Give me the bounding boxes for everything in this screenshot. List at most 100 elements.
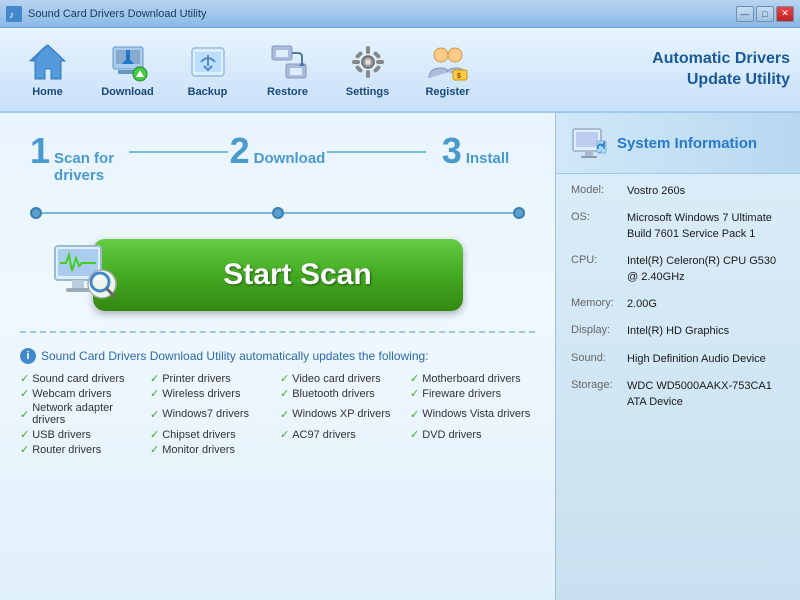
sysinfo-value: Vostro 260s (627, 184, 685, 199)
driver-item: ✓Sound card drivers (20, 372, 145, 385)
driver-label: Router drivers (32, 444, 101, 456)
step-3-number: 3 (442, 133, 462, 169)
sysinfo-key: Sound: (571, 352, 619, 367)
register-icon: $ (427, 41, 469, 83)
app-icon: ♪ (6, 6, 22, 22)
scan-icon-area (50, 238, 120, 313)
step-connector-1 (129, 133, 228, 153)
close-button[interactable]: ✕ (776, 6, 794, 22)
brand-line1: Automatic Drivers (652, 49, 790, 70)
toolbar-download[interactable]: Download (90, 32, 165, 107)
sysinfo-row: Sound:High Definition Audio Device (571, 352, 785, 367)
check-icon: ✓ (280, 387, 289, 400)
sysinfo-value: WDC WD5000AAKX-753CA1 ATA Device (627, 379, 785, 410)
info-icon: i (20, 348, 36, 364)
toolbar-restore[interactable]: Restore (250, 32, 325, 107)
sysinfo-key: Memory: (571, 297, 619, 312)
steps-container: 1 Scan for drivers 2 Download 3 Install (20, 133, 535, 192)
driver-label: Bluetooth drivers (292, 388, 375, 400)
brand-line2: Update Utility (652, 70, 790, 91)
toolbar-home-label: Home (32, 86, 63, 98)
driver-label: Webcam drivers (32, 388, 111, 400)
svg-text:♪: ♪ (9, 10, 14, 21)
title-bar: ♪ Sound Card Drivers Download Utility — … (0, 0, 800, 28)
sysinfo-row: Storage: WDC WD5000AAKX-753CA1 ATA Device (571, 379, 785, 410)
brand-area: Automatic Drivers Update Utility (652, 49, 790, 91)
step-1-label: Scan for drivers (54, 150, 129, 184)
scan-btn-container: Start Scan (20, 239, 535, 311)
check-icon: ✓ (20, 428, 29, 441)
step-1-header: 1 Scan for drivers (30, 133, 129, 184)
driver-label: Chipset drivers (162, 429, 235, 441)
check-icon: ✓ (20, 443, 29, 456)
driver-item: ✓Monitor drivers (150, 443, 275, 456)
toolbar-items: Home Download (10, 32, 652, 107)
check-icon: ✓ (150, 372, 159, 385)
check-icon: ✓ (150, 408, 159, 421)
toolbar: Home Download (0, 28, 800, 113)
driver-item: ✓USB drivers (20, 428, 145, 441)
driver-item: ✓Router drivers (20, 443, 145, 456)
toolbar-backup[interactable]: Backup (170, 32, 245, 107)
driver-item: ✓Chipset drivers (150, 428, 275, 441)
driver-label: Printer drivers (162, 373, 230, 385)
backup-icon (187, 41, 229, 83)
driver-item: ✓Windows7 drivers (150, 402, 275, 426)
driver-label: Fireware drivers (422, 388, 501, 400)
sysinfo-body: Model: Vostro 260s OS:Microsoft Windows 7 … (556, 174, 800, 432)
window-controls: — □ ✕ (736, 6, 794, 22)
window-title: Sound Card Drivers Download Utility (28, 8, 736, 20)
info-title: i Sound Card Drivers Download Utility au… (20, 348, 535, 364)
toolbar-settings[interactable]: Settings (330, 32, 405, 107)
minimize-button[interactable]: — (736, 6, 754, 22)
driver-item: ✓DVD drivers (410, 428, 535, 441)
check-icon: ✓ (410, 372, 419, 385)
toolbar-register[interactable]: $ Register (410, 32, 485, 107)
sysinfo-value: Intel(R) HD Graphics (627, 324, 729, 339)
step-1-number: 1 (30, 133, 50, 169)
driver-item: ✓AC97 drivers (280, 428, 405, 441)
sysinfo-key: CPU: (571, 254, 619, 285)
toolbar-home[interactable]: Home (10, 32, 85, 107)
check-icon: ✓ (280, 372, 289, 385)
sysinfo-key: Model: (571, 184, 619, 199)
driver-item: ✓Webcam drivers (20, 387, 145, 400)
sysinfo-row: Model: Vostro 260s (571, 184, 785, 199)
prog-dot-1 (30, 207, 42, 219)
driver-label: Windows XP drivers (292, 408, 390, 420)
driver-label: USB drivers (32, 429, 91, 441)
driver-label: Windows Vista drivers (422, 408, 530, 420)
maximize-button[interactable]: □ (756, 6, 774, 22)
progress-row (20, 207, 535, 219)
sysinfo-key: Storage: (571, 379, 619, 410)
driver-label: Sound card drivers (32, 373, 124, 385)
sysinfo-value: Microsoft Windows 7 Ultimate Build 7601 … (627, 211, 785, 242)
check-icon: ✓ (20, 372, 29, 385)
step-2: 2 Download (228, 133, 327, 177)
driver-label: Windows7 drivers (162, 408, 249, 420)
info-section: i Sound Card Drivers Download Utility au… (20, 343, 535, 461)
start-scan-label: Start Scan (223, 258, 371, 292)
driver-label: DVD drivers (422, 429, 481, 441)
sysinfo-row: CPU:Intel(R) Celeron(R) CPU G530 @ 2.40G… (571, 254, 785, 285)
step-3-label: Install (466, 150, 509, 167)
start-scan-button[interactable]: Start Scan (93, 239, 463, 311)
check-icon: ✓ (150, 387, 159, 400)
download-icon (107, 41, 149, 83)
info-title-text: Sound Card Drivers Download Utility auto… (41, 349, 429, 363)
step-2-header: 2 Download (230, 133, 326, 169)
check-icon: ✓ (150, 443, 159, 456)
driver-label: AC97 drivers (292, 429, 356, 441)
sysinfo-title: System Information (617, 135, 757, 152)
sysinfo-header: ✓ System Information (556, 113, 800, 174)
sysinfo-row: OS:Microsoft Windows 7 Ultimate Build 76… (571, 211, 785, 242)
driver-item: ✓Motherboard drivers (410, 372, 535, 385)
prog-line-1 (42, 212, 272, 214)
sysinfo-row: Display:Intel(R) HD Graphics (571, 324, 785, 339)
step-3: 3 Install (426, 133, 525, 177)
driver-label: Monitor drivers (162, 444, 235, 456)
svg-text:✓: ✓ (598, 150, 603, 156)
toolbar-backup-label: Backup (188, 86, 228, 98)
separator (20, 331, 535, 333)
driver-item: ✓Printer drivers (150, 372, 275, 385)
